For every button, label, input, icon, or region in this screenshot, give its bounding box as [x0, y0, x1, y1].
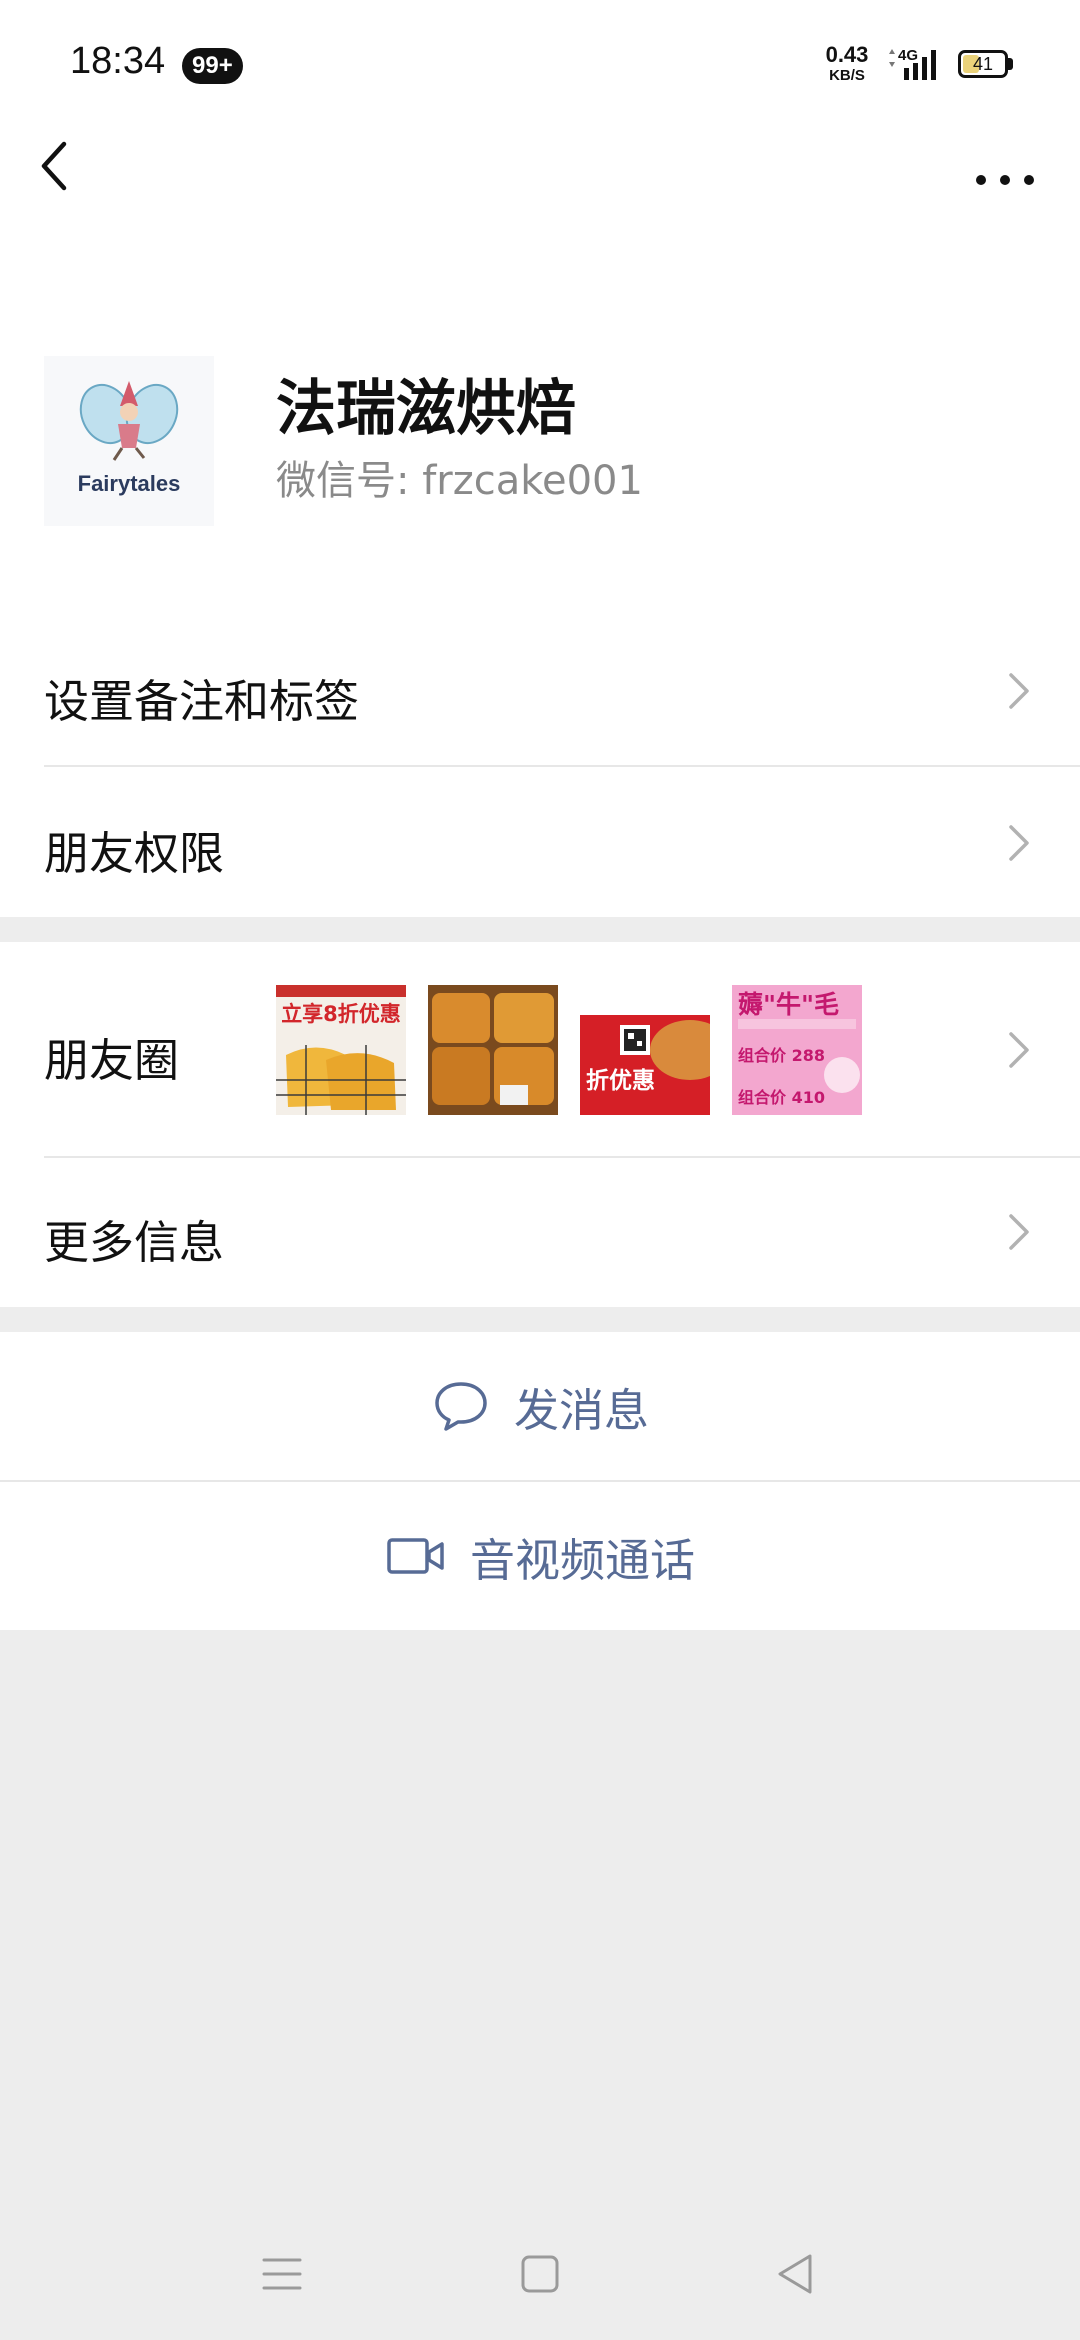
moments-thumbnail: [428, 985, 558, 1115]
more-info-label: 更多信息: [44, 1216, 225, 1269]
battery-nub: [1008, 58, 1013, 70]
profile-name: 法瑞滋烘焙: [276, 374, 576, 444]
thumbnail-caption: 折优惠: [586, 1068, 655, 1094]
chevron-right-icon: [1009, 673, 1029, 709]
back-nav-icon[interactable]: [774, 2252, 814, 2296]
remark-tags-row[interactable]: 设置备注和标签: [0, 615, 1080, 765]
thumbnail-caption: 立享8折优惠: [281, 1002, 401, 1026]
avatar-brand: Fairytales: [78, 471, 181, 496]
avatar[interactable]: Fairytales: [44, 356, 214, 526]
chevron-right-icon: [1009, 825, 1029, 861]
back-icon: [41, 141, 67, 191]
nav-bar: [0, 130, 1080, 230]
moments-thumbnail: 折优惠: [580, 985, 710, 1115]
more-info-row[interactable]: 更多信息: [0, 1158, 1080, 1307]
more-options-button[interactable]: [970, 150, 1040, 190]
chevron-right-icon: [1009, 1032, 1029, 1068]
moments-row[interactable]: 朋友圈 立享8折优惠 折优惠 薅"牛"毛 组合价 288 组合价 410: [0, 942, 1080, 1156]
profile-header: Fairytales 法瑞滋烘焙 微信号: frzcake001: [0, 230, 1080, 615]
system-nav-bar: [0, 2210, 1080, 2340]
video-call-label: 音视频通话: [470, 1533, 696, 1587]
moments-thumbnail: 立享8折优惠: [276, 985, 406, 1115]
thumbnail-price-1: 组合价 288: [738, 1046, 825, 1065]
net-speed-unit: KB/S: [829, 67, 865, 84]
video-camera-icon: [387, 1538, 444, 1574]
thumbnail-price-2: 组合价 410: [738, 1088, 825, 1107]
settings-section: 设置备注和标签 朋友权限: [0, 615, 1080, 917]
video-call-button[interactable]: 音视频通话: [0, 1482, 1080, 1630]
send-message-content: 发消息: [432, 1332, 649, 1480]
remark-tags-label: 设置备注和标签: [44, 675, 360, 728]
notification-badge: 99+: [182, 48, 243, 84]
network-type-label: 4G: [898, 47, 918, 64]
home-icon[interactable]: [520, 2254, 560, 2294]
friend-permissions-row[interactable]: 朋友权限: [0, 767, 1080, 917]
send-message-label: 发消息: [514, 1383, 650, 1437]
more-icon: [976, 175, 1034, 185]
signal-icon: 4G: [889, 47, 936, 80]
moments-label: 朋友圈: [44, 1034, 180, 1087]
moments-section: 朋友圈 立享8折优惠 折优惠 薅"牛"毛 组合价 288 组合价 410 更多信…: [0, 942, 1080, 1307]
menu-icon[interactable]: [262, 2256, 302, 2292]
thumbnail-caption: 薅"牛"毛: [738, 990, 839, 1019]
battery-level: 41: [972, 54, 994, 74]
chevron-right-icon: [1009, 1214, 1029, 1250]
friend-permissions-label: 朋友权限: [44, 827, 225, 880]
fairy-logo-icon: Fairytales: [44, 356, 214, 526]
back-button[interactable]: [30, 132, 90, 202]
net-speed-value: 0.43: [825, 42, 869, 67]
video-call-content: 音视频通话: [386, 1482, 695, 1630]
wechat-id: 微信号: frzcake001: [276, 458, 643, 504]
moments-thumbnail: 薅"牛"毛 组合价 288 组合价 410: [732, 985, 862, 1115]
status-time: 18:34: [70, 40, 166, 82]
status-bar: 18:34 99+ 0.43 KB/S 4G 41: [0, 0, 1080, 130]
net-speed: 0.43 KB/S: [820, 42, 874, 84]
chat-bubble-icon: [435, 1382, 487, 1431]
battery-icon: 41: [958, 50, 1008, 78]
send-message-button[interactable]: 发消息: [0, 1332, 1080, 1480]
